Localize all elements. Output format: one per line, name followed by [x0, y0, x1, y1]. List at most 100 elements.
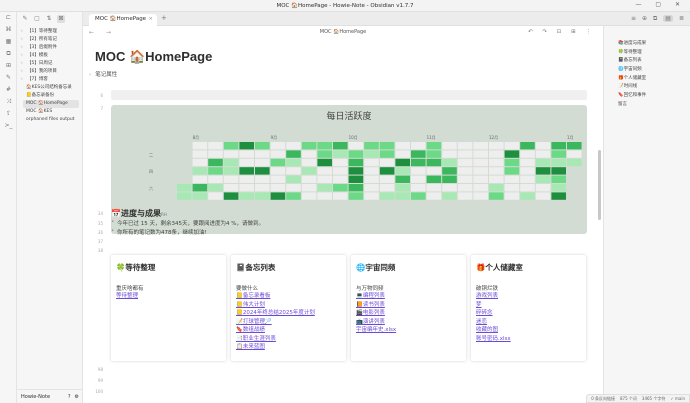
card-link[interactable]: 收藏的图 [476, 326, 511, 335]
heatmap-cell[interactable] [364, 192, 379, 200]
heatmap-cell[interactable] [348, 184, 364, 192]
heatmap-cell[interactable] [286, 150, 301, 158]
new-note-icon[interactable]: ✎ [21, 15, 29, 23]
terminal-icon[interactable]: >_ [0, 120, 17, 132]
heatmap-cell[interactable] [535, 150, 551, 158]
settings-gear-icon[interactable]: ⚙ [75, 394, 79, 400]
card-link[interactable]: 🔖数组战绩 [236, 326, 315, 335]
card-link[interactable]: 🎬电影列表 [356, 309, 396, 318]
heatmap-cell[interactable] [192, 192, 208, 200]
heatmap-cell[interactable] [255, 175, 270, 183]
graph-icon[interactable]: ⌘ [0, 24, 17, 36]
heatmap-cell[interactable] [364, 175, 379, 183]
file-item[interactable]: MOC 🏠HomePage [23, 100, 79, 108]
card-link[interactable]: 📑职业生涯列表 [236, 335, 315, 344]
canvas-icon[interactable]: ✎ [0, 72, 17, 84]
heatmap-cell[interactable] [192, 184, 208, 192]
heatmap-cell[interactable] [504, 192, 520, 200]
heatmap-cell[interactable] [567, 142, 582, 150]
heatmap-cell[interactable] [551, 158, 566, 167]
heatmap-cell[interactable] [286, 192, 301, 200]
heatmap-cell[interactable] [426, 167, 442, 175]
folder-item[interactable]: › 【7】博客 [17, 76, 82, 84]
heatmap-cell[interactable] [192, 175, 208, 183]
heatmap-cell[interactable] [473, 184, 488, 192]
heatmap-cell[interactable] [223, 167, 239, 175]
heatmap-cell[interactable] [208, 142, 223, 150]
outline-item[interactable]: 📝时间线 [618, 83, 690, 92]
heatmap-cell[interactable] [442, 150, 457, 158]
heatmap-cell[interactable] [457, 158, 473, 167]
heatmap-cell[interactable] [177, 184, 192, 192]
collapse-icon[interactable]: ⊠ [57, 15, 65, 23]
heatmap-cell[interactable] [317, 158, 332, 167]
heatmap-cell[interactable] [442, 184, 457, 192]
heatmap-cell[interactable] [504, 167, 520, 175]
heatmap-cell[interactable] [551, 175, 566, 183]
heatmap-cell[interactable] [208, 184, 223, 192]
heatmap-cell[interactable] [426, 184, 442, 192]
heatmap-cell[interactable] [270, 150, 286, 158]
heatmap-cell[interactable] [504, 184, 520, 192]
heatmap-cell[interactable] [535, 158, 551, 167]
heatmap-cell[interactable] [551, 167, 566, 175]
heatmap-cell[interactable] [520, 142, 535, 150]
heatmap-cell[interactable] [208, 150, 223, 158]
heatmap-cell[interactable] [379, 184, 395, 192]
heatmap-cell[interactable] [473, 150, 488, 158]
heatmap-cell[interactable] [395, 142, 410, 150]
calendar-icon[interactable]: ▦ [0, 36, 17, 48]
new-folder-icon[interactable]: ▢ [33, 15, 41, 23]
heatmap-cell[interactable] [364, 142, 379, 150]
heatmap-cell[interactable] [442, 142, 457, 150]
heatmap-cell[interactable] [223, 142, 239, 150]
heatmap-cell[interactable] [317, 192, 332, 200]
file-item[interactable]: MOC 🏠KES [17, 108, 82, 116]
heatmap-cell[interactable] [239, 192, 254, 200]
heatmap-cell[interactable] [239, 175, 254, 183]
heatmap-cell[interactable] [333, 158, 348, 167]
heatmap-cell[interactable] [457, 150, 473, 158]
card-link[interactable]: 梦 [476, 301, 511, 310]
heatmap-cell[interactable] [301, 158, 317, 167]
list-tab-icon[interactable]: ≣ [679, 15, 684, 22]
heatmap-cell[interactable] [333, 142, 348, 150]
heatmap-cell[interactable] [489, 142, 504, 150]
heatmap-cell[interactable] [239, 158, 254, 167]
heatmap-cell[interactable] [395, 175, 410, 183]
heatmap-cell[interactable] [286, 142, 301, 150]
heatmap-cell[interactable] [535, 184, 551, 192]
heatmap-cell[interactable] [255, 192, 270, 200]
heatmap-cell[interactable] [489, 150, 504, 158]
heatmap-cell[interactable] [379, 142, 395, 150]
heatmap-cell[interactable] [301, 150, 317, 158]
template-icon[interactable]: ⧉ [0, 48, 17, 60]
heatmap-cell[interactable] [457, 167, 473, 175]
heatmap-cell[interactable] [223, 192, 239, 200]
card-link[interactable]: 📒2024年终总结2025年度计划 [236, 309, 315, 318]
help-icon[interactable]: ? [68, 394, 71, 400]
heatmap-cell[interactable] [286, 175, 301, 183]
heatmap-cell[interactable] [192, 158, 208, 167]
scrollbar[interactable] [598, 150, 601, 220]
heatmap-cell[interactable] [535, 175, 551, 183]
heatmap-cell[interactable] [348, 158, 364, 167]
heatmap-cell[interactable] [551, 184, 566, 192]
heatmap-cell[interactable] [192, 142, 208, 150]
heatmap-cell[interactable] [426, 175, 442, 183]
heatmap-cell[interactable] [411, 150, 426, 158]
heatmap-cell[interactable] [348, 142, 364, 150]
bookmark-tab-icon[interactable]: ⧉ [653, 15, 657, 23]
card-link[interactable]: 宇宙编年史.xlsx [356, 326, 396, 335]
heatmap-cell[interactable] [395, 167, 410, 175]
card-link[interactable]: 📒备忘录看板 [236, 292, 315, 301]
heatmap-cell[interactable] [286, 158, 301, 167]
heatmap-cell[interactable] [270, 158, 286, 167]
folder-item[interactable]: › 【2】所有笔记 [17, 36, 82, 44]
heatmap-cell[interactable] [457, 184, 473, 192]
heatmap-cell[interactable] [333, 184, 348, 192]
heatmap-cell[interactable] [395, 192, 410, 200]
random-icon[interactable]: ⤨ [0, 96, 17, 108]
heatmap-cell[interactable] [489, 184, 504, 192]
heatmap-cell[interactable] [255, 142, 270, 150]
